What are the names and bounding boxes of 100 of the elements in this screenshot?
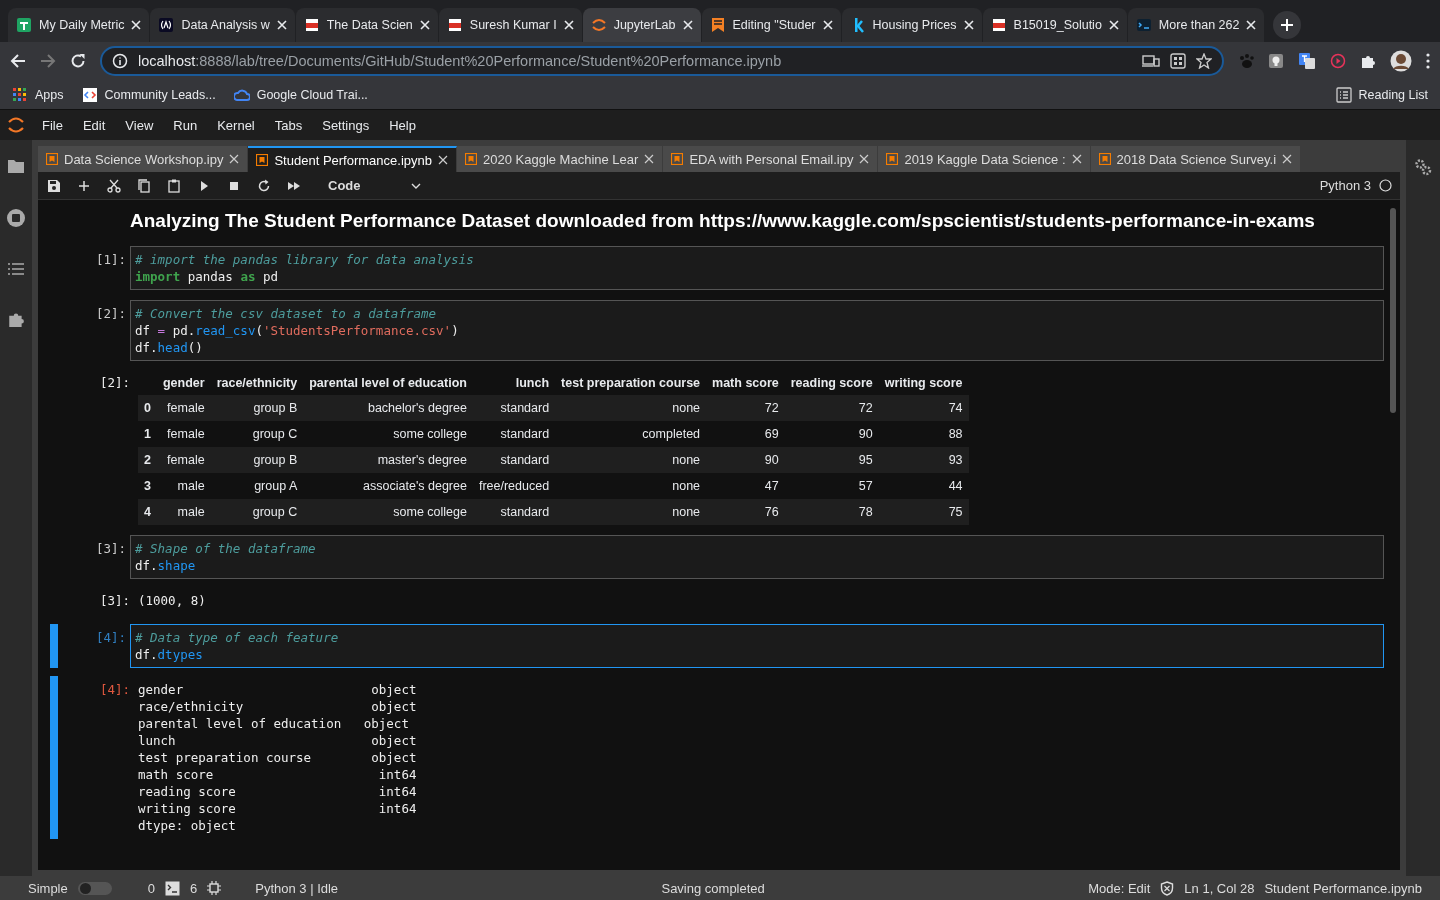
active-cell-marker[interactable] xyxy=(50,624,58,668)
menu-item[interactable]: File xyxy=(32,117,73,133)
close-icon[interactable] xyxy=(859,154,870,164)
close-icon[interactable] xyxy=(1071,154,1082,164)
avatar-icon[interactable] xyxy=(1390,50,1412,72)
browser-tab[interactable]: Editing "Studer xyxy=(701,8,841,42)
output-text: (1000, 8) xyxy=(137,592,207,610)
qr-code-icon[interactable] xyxy=(1170,53,1186,69)
table-cell: standard xyxy=(472,447,556,473)
toggle-switch[interactable] xyxy=(77,881,112,895)
browser-tab[interactable]: Data Analysis w xyxy=(150,8,295,42)
save-icon[interactable] xyxy=(46,177,62,194)
new-tab-button[interactable] xyxy=(1273,11,1302,39)
paste-icon[interactable] xyxy=(166,177,182,194)
browser-tab[interactable]: My Daily Metric xyxy=(8,8,150,42)
close-icon[interactable] xyxy=(438,155,448,165)
close-icon[interactable] xyxy=(276,20,287,30)
puzzle-icon[interactable] xyxy=(1360,53,1376,69)
notebook-tab[interactable]: Student Performance.ipynb xyxy=(248,146,457,172)
close-icon[interactable] xyxy=(1108,20,1119,30)
terminal-icon xyxy=(1135,17,1152,33)
menu-item[interactable]: View xyxy=(115,117,164,133)
close-icon[interactable] xyxy=(1282,154,1293,164)
code-editor[interactable]: # Shape of the dataframe df.shape xyxy=(130,535,1384,579)
table-cell: 76 xyxy=(706,499,785,525)
table-cell: associate's degree xyxy=(303,473,473,499)
notebook-tab[interactable]: 2019 Kaggle Data Science : xyxy=(878,146,1091,172)
close-icon[interactable] xyxy=(1246,20,1257,30)
column-header: gender xyxy=(156,371,211,395)
notebook-tab[interactable]: Data Science Workshop.ipy xyxy=(38,146,249,172)
menu-item[interactable]: Edit xyxy=(72,117,116,133)
kernel-status[interactable]: Python 3 | Idle xyxy=(255,880,339,896)
input-prompt: [1]: xyxy=(94,251,127,269)
cursor-position[interactable]: Ln 1, Col 28 xyxy=(1184,880,1255,896)
play-icon[interactable] xyxy=(1330,53,1346,69)
menu-item[interactable]: Run xyxy=(163,117,208,133)
list-icon[interactable] xyxy=(7,262,25,276)
bookmark[interactable]: Google Cloud Trai... xyxy=(233,86,368,103)
code-editor[interactable]: # import the pandas library for data analysis import pandas as pd xyxy=(130,246,1384,290)
browser-tab[interactable]: The Data Scien xyxy=(295,8,438,42)
browser-tab[interactable]: JupyterLab xyxy=(582,8,701,42)
bookmark[interactable]: Community Leads... xyxy=(81,86,216,103)
copy-icon[interactable] xyxy=(136,177,152,194)
kernel-name[interactable]: Python 3 xyxy=(1319,178,1371,193)
shield-icon[interactable] xyxy=(1160,880,1175,896)
table-cell: 95 xyxy=(784,447,879,473)
close-icon[interactable] xyxy=(682,20,693,30)
close-icon[interactable] xyxy=(131,20,142,30)
close-icon[interactable] xyxy=(822,20,833,30)
menu-item[interactable]: Tabs xyxy=(264,117,313,133)
close-icon[interactable] xyxy=(563,20,574,30)
table-cell: 69 xyxy=(706,421,785,447)
notebook-tab[interactable]: 2020 Kaggle Machine Lear xyxy=(457,146,664,172)
kernel-count: 6 xyxy=(190,880,198,896)
code-editor[interactable]: # Data type of each feature df.dtypes xyxy=(130,624,1384,668)
translate-icon[interactable] xyxy=(1298,52,1316,70)
browser-tab[interactable]: Suresh Kumar I xyxy=(438,8,582,42)
forward-icon[interactable] xyxy=(40,53,56,69)
table-cell: group A xyxy=(210,473,304,499)
table-cell: group B xyxy=(210,395,304,421)
browser-tab[interactable]: B15019_Solutio xyxy=(982,8,1127,42)
address-bar[interactable]: localhost:8888/lab/tree/Documents/GitHub/Student%20Performance/Student%20Performance.ipynb xyxy=(100,46,1224,76)
restart-icon[interactable] xyxy=(256,177,272,194)
menu-item[interactable]: Settings xyxy=(312,117,380,133)
reading-list-button[interactable]: Reading List xyxy=(1335,86,1428,103)
terminal-icon[interactable] xyxy=(165,880,180,896)
lightbulb-icon[interactable] xyxy=(1268,53,1284,69)
cut-icon[interactable] xyxy=(106,177,122,194)
info-icon[interactable] xyxy=(112,53,128,69)
back-icon[interactable] xyxy=(10,53,26,69)
folder-icon[interactable] xyxy=(7,158,25,174)
code-editor[interactable]: # Convert the csv dataset to a dataframe df = pd.read_csv('StudentsPerformance.csv') df.head() xyxy=(130,300,1384,361)
code-icon xyxy=(158,17,175,33)
close-icon[interactable] xyxy=(644,154,655,164)
apps-grid-icon xyxy=(12,86,28,103)
table-cell: female xyxy=(156,395,211,421)
notebook-tab[interactable]: 2018 Data Science Survey.i xyxy=(1090,146,1302,172)
chip-icon[interactable] xyxy=(207,881,222,895)
browser-tab[interactable]: Housing Prices xyxy=(841,8,982,42)
table-cell: 44 xyxy=(878,473,969,499)
table-cell: group C xyxy=(210,499,304,525)
stop-circle-icon[interactable] xyxy=(6,208,26,228)
table-cell: master's degree xyxy=(303,447,473,473)
devices-icon[interactable] xyxy=(1142,53,1160,69)
more-icon[interactable] xyxy=(1426,53,1430,69)
notebook-tab[interactable]: EDA with Personal Email.ipy xyxy=(663,146,879,172)
reload-icon[interactable] xyxy=(70,53,86,69)
gears-icon[interactable] xyxy=(1414,158,1432,176)
menu-item[interactable]: Kernel xyxy=(207,117,265,133)
close-icon[interactable] xyxy=(419,20,430,30)
bookmark[interactable]: Apps xyxy=(12,86,64,103)
bookmark-icon xyxy=(709,17,726,33)
cell-type-dropdown[interactable]: Code xyxy=(328,178,421,193)
browser-tab[interactable]: More than 262 xyxy=(1127,8,1265,42)
close-icon[interactable] xyxy=(963,20,974,30)
jupyter-icon[interactable] xyxy=(6,114,26,136)
menu-item[interactable]: Help xyxy=(379,117,426,133)
star-icon[interactable] xyxy=(1196,53,1212,69)
close-icon[interactable] xyxy=(229,154,240,164)
active-cell-marker[interactable] xyxy=(50,676,58,839)
